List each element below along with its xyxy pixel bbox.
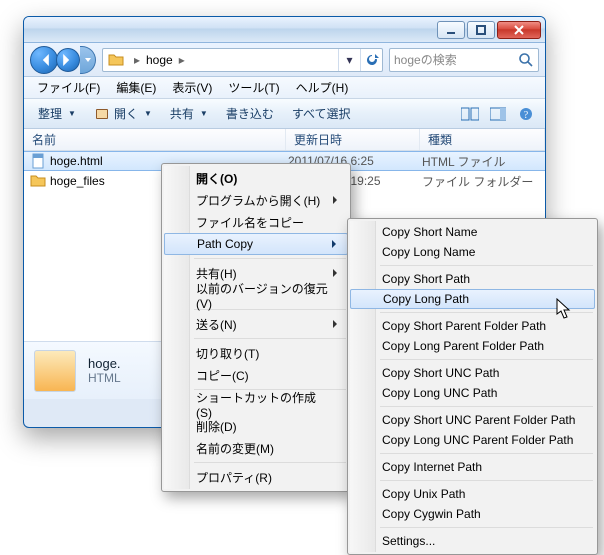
context-menu: 開く(O)プログラムから開く(H)ファイル名をコピーPath Copy共有(H)…: [161, 163, 351, 492]
submenu-item[interactable]: Copy Short UNC Parent Folder Path: [350, 410, 595, 430]
maximize-button[interactable]: [467, 21, 495, 39]
close-button[interactable]: [497, 21, 541, 39]
menu-item[interactable]: ファイル名をコピー: [164, 211, 348, 233]
menu-separator: [194, 338, 346, 339]
back-button[interactable]: [30, 46, 58, 74]
html-file-icon: [30, 153, 46, 169]
search-icon: [518, 52, 534, 68]
nav-row: ▸ hoge ▸ ▾ hogeの検索: [24, 43, 545, 77]
breadcrumb-sep: ▸: [174, 53, 190, 67]
submenu-item[interactable]: Copy Long Name: [350, 242, 595, 262]
search-box[interactable]: hogeの検索: [389, 48, 539, 72]
column-name[interactable]: 名前: [24, 129, 286, 150]
menu-separator: [380, 480, 593, 481]
submenu-item[interactable]: Copy Short Path: [350, 269, 595, 289]
select-all-button[interactable]: すべて選択: [284, 102, 359, 126]
menu-item[interactable]: 開く(O): [164, 167, 348, 189]
submenu-item[interactable]: Copy Cygwin Path: [350, 504, 595, 524]
menu-item[interactable]: 名前の変更(M): [164, 437, 348, 459]
menu-separator: [194, 258, 346, 259]
menu-item[interactable]: プロパティ(R): [164, 466, 348, 488]
submenu-item[interactable]: Copy Long Parent Folder Path: [350, 336, 595, 356]
menu-item[interactable]: コピー(C): [164, 364, 348, 386]
menu-item[interactable]: ファイル(F): [30, 77, 107, 98]
context-submenu: Copy Short NameCopy Long Name Copy Short …: [347, 218, 598, 555]
menu-item[interactable]: ヘルプ(H): [289, 77, 356, 98]
submenu-item[interactable]: Copy Unix Path: [350, 484, 595, 504]
column-date[interactable]: 更新日時: [286, 129, 420, 150]
address-dropdown[interactable]: ▾: [338, 49, 360, 71]
breadcrumb[interactable]: hoge: [145, 53, 174, 67]
menu-separator: [194, 462, 346, 463]
folder-icon: [107, 51, 125, 69]
submenu-item[interactable]: Copy Long Path: [350, 289, 595, 309]
share-button[interactable]: 共有▼: [162, 102, 216, 126]
submenu-item[interactable]: Copy Long UNC Path: [350, 383, 595, 403]
folder-icon: [30, 173, 46, 189]
submenu-item[interactable]: Copy Internet Path: [350, 457, 595, 477]
history-dropdown[interactable]: [80, 46, 96, 74]
organize-button[interactable]: 整理▼: [30, 102, 84, 126]
menu-separator: [380, 312, 593, 313]
menu-item[interactable]: ツール(T): [221, 77, 286, 98]
file-kind: HTML ファイル: [422, 153, 545, 170]
menubar: ファイル(F)編集(E)表示(V)ツール(T)ヘルプ(H): [24, 77, 545, 99]
menu-separator: [380, 527, 593, 528]
submenu-item[interactable]: Copy Short Parent Folder Path: [350, 316, 595, 336]
titlebar: [24, 17, 545, 43]
minimize-button[interactable]: [437, 21, 465, 39]
toolbar: 整理▼ 開く▼ 共有▼ 書き込む すべて選択 ?: [24, 99, 545, 129]
preview-pane-button[interactable]: [485, 102, 511, 126]
nav-buttons: [30, 46, 96, 74]
menu-item[interactable]: 削除(D): [164, 415, 348, 437]
column-headers: 名前 更新日時 種類: [24, 129, 545, 151]
menu-item[interactable]: ショートカットの作成(S): [164, 393, 348, 415]
menu-item[interactable]: 表示(V): [165, 77, 219, 98]
submenu-item[interactable]: Copy Short Name: [350, 222, 595, 242]
forward-button[interactable]: [56, 48, 80, 72]
details-filename: hoge.: [88, 356, 121, 371]
menu-item[interactable]: 送る(N): [164, 313, 348, 335]
submenu-item[interactable]: Copy Long UNC Parent Folder Path: [350, 430, 595, 450]
menu-item[interactable]: 切り取り(T): [164, 342, 348, 364]
menu-separator: [380, 406, 593, 407]
submenu-item[interactable]: Settings...: [350, 531, 595, 551]
breadcrumb-sep: ▸: [129, 53, 145, 67]
help-button[interactable]: ?: [513, 102, 539, 126]
menu-item[interactable]: 以前のバージョンの復元(V): [164, 284, 348, 306]
menu-separator: [380, 453, 593, 454]
svg-text:?: ?: [524, 110, 529, 121]
menu-item[interactable]: 編集(E): [109, 77, 163, 98]
refresh-button[interactable]: [360, 49, 382, 71]
file-kind: ファイル フォルダー: [422, 173, 545, 190]
column-kind[interactable]: 種類: [420, 129, 545, 150]
address-bar[interactable]: ▸ hoge ▸ ▾: [102, 48, 383, 72]
details-filetype: HTML: [88, 371, 121, 385]
search-placeholder: hogeの検索: [394, 51, 457, 68]
submenu-item[interactable]: Copy Short UNC Path: [350, 363, 595, 383]
thumbnail: [34, 350, 76, 392]
view-layout-button[interactable]: [457, 102, 483, 126]
burn-button[interactable]: 書き込む: [218, 102, 282, 126]
menu-item[interactable]: Path Copy: [164, 233, 348, 255]
menu-separator: [380, 359, 593, 360]
menu-separator: [380, 265, 593, 266]
menu-item[interactable]: プログラムから開く(H): [164, 189, 348, 211]
open-button[interactable]: 開く▼: [86, 102, 160, 126]
